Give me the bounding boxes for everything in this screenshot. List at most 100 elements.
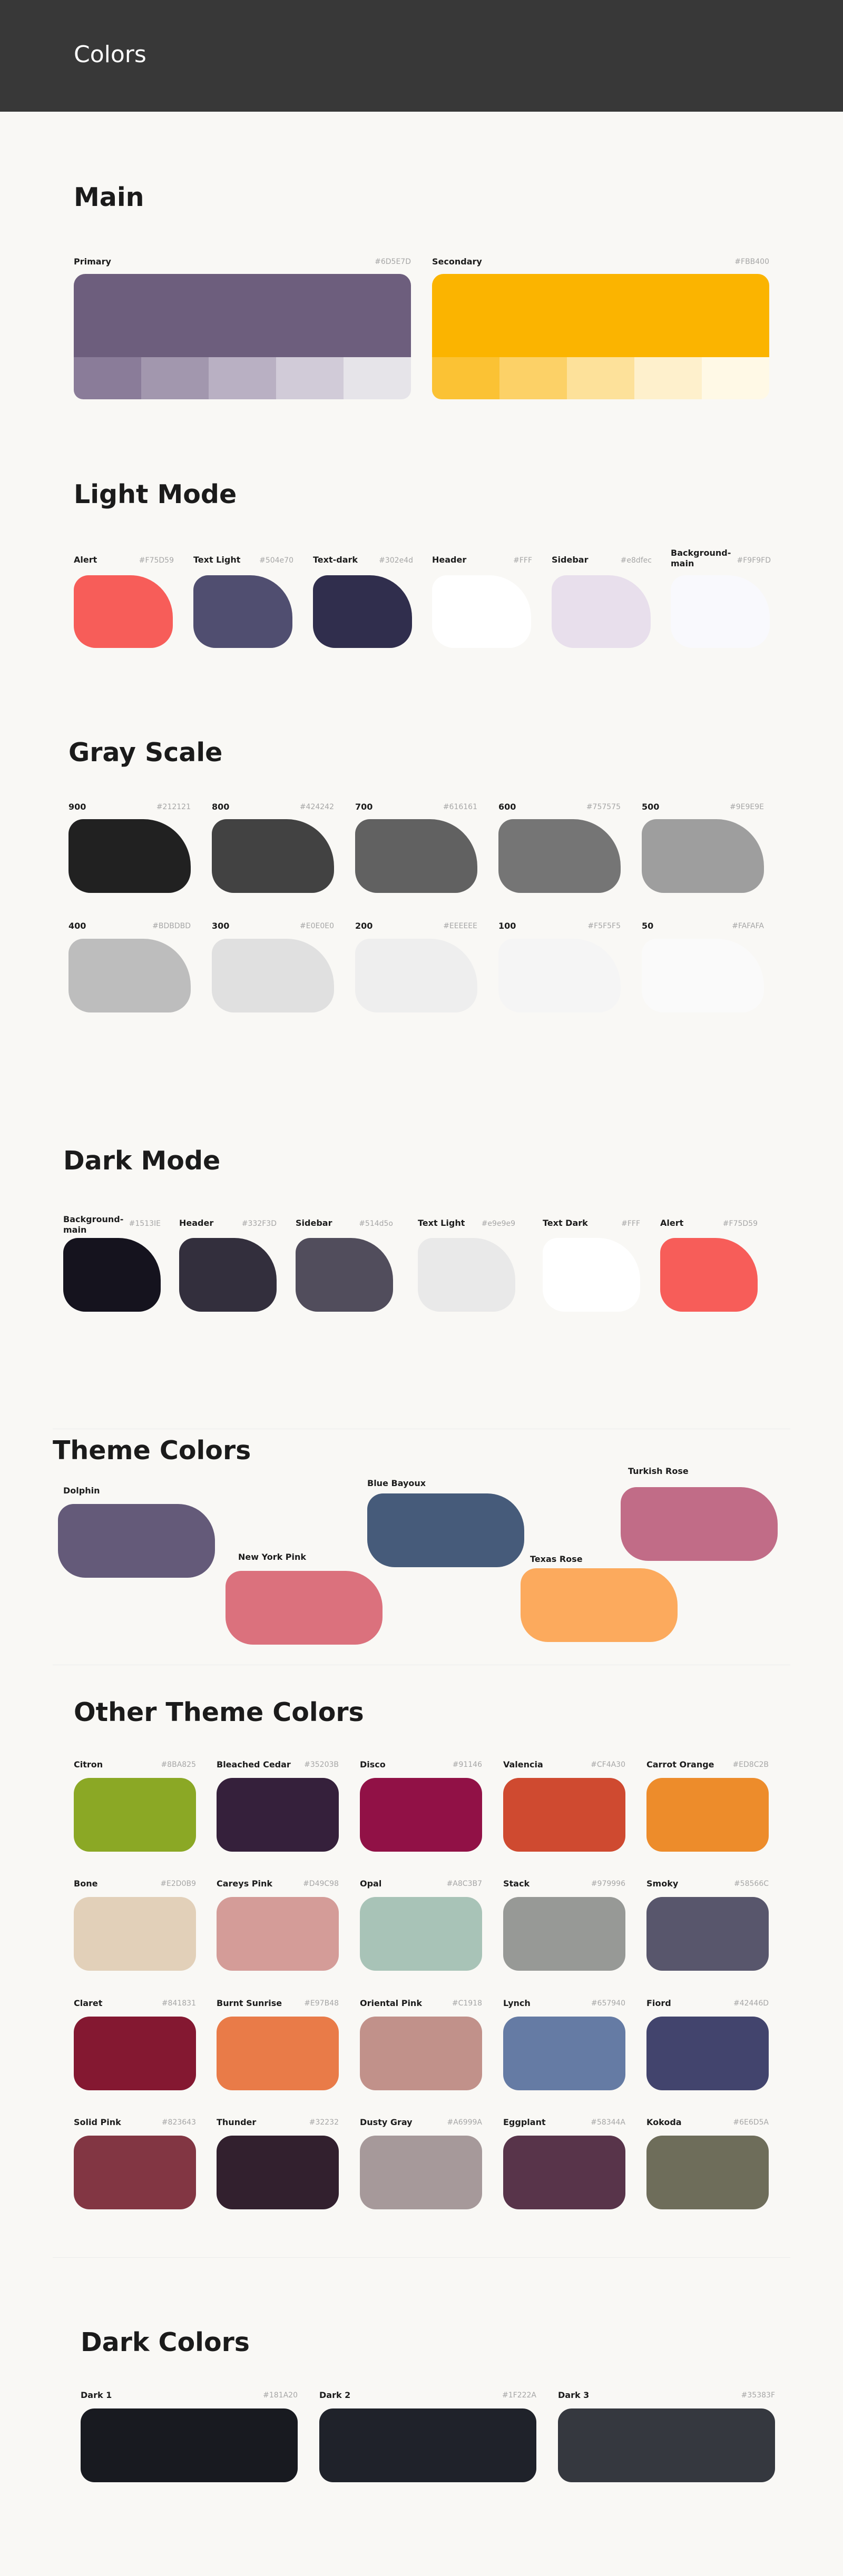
dark-color-swatch[interactable] (319, 2408, 536, 2482)
theme-color-swatch[interactable] (521, 1568, 678, 1642)
light-mode-hex: #F75D59 (139, 556, 174, 565)
page-title: Colors (74, 41, 146, 68)
primary-tint[interactable] (209, 357, 276, 399)
gray-scale-swatch[interactable] (355, 939, 477, 1012)
other-theme-swatch[interactable] (503, 1778, 625, 1852)
gray-scale-label: 600 (498, 802, 516, 812)
other-theme-swatch[interactable] (74, 1897, 196, 1971)
gray-scale-hex: #F5F5F5 (587, 922, 621, 930)
theme-color-label: Blue Bayoux (367, 1478, 426, 1488)
light-mode-swatch[interactable] (552, 575, 651, 648)
other-theme-swatch[interactable] (360, 1897, 482, 1971)
other-theme-label: Solid Pink (74, 2117, 121, 2127)
other-theme-label: Bone (74, 1879, 98, 1889)
other-theme-swatch[interactable] (360, 2136, 482, 2209)
section-title-dark-colors: Dark Colors (81, 2327, 250, 2357)
theme-color-swatch[interactable] (621, 1487, 778, 1561)
gray-scale-swatch[interactable] (212, 939, 334, 1012)
primary-tint[interactable] (344, 357, 411, 399)
light-mode-swatch[interactable] (193, 575, 292, 648)
dark-mode-swatch[interactable] (660, 1238, 758, 1312)
light-mode-swatch[interactable] (74, 575, 173, 648)
gray-scale-swatch[interactable] (642, 819, 764, 893)
gray-scale-swatch[interactable] (212, 819, 334, 893)
other-theme-swatch[interactable] (360, 2017, 482, 2090)
gray-scale-hex: #EEEEEE (443, 922, 477, 930)
primary-tint[interactable] (141, 357, 209, 399)
secondary-label: Secondary (432, 257, 482, 267)
other-theme-hex: #E2D0B9 (160, 1880, 196, 1888)
section-title-gray-scale: Gray Scale (68, 738, 223, 768)
light-mode-hex: #F9F9FD (737, 556, 771, 565)
gray-scale-swatch[interactable] (355, 819, 477, 893)
secondary-swatch[interactable] (432, 274, 769, 357)
light-mode-hex: #302e4d (379, 556, 413, 565)
theme-color-swatch[interactable] (58, 1504, 215, 1578)
gray-scale-swatch[interactable] (498, 939, 621, 1012)
light-mode-hex: #504e70 (259, 556, 293, 565)
light-mode-swatch[interactable] (313, 575, 412, 648)
secondary-tint[interactable] (702, 357, 769, 399)
theme-color-label: New York Pink (238, 1552, 307, 1562)
dark-mode-swatch[interactable] (296, 1238, 393, 1312)
gray-scale-label: 50 (642, 921, 654, 931)
other-theme-swatch[interactable] (74, 2017, 196, 2090)
other-theme-swatch[interactable] (360, 1778, 482, 1852)
other-theme-label: Thunder (217, 2117, 257, 2127)
other-theme-swatch[interactable] (646, 2017, 769, 2090)
light-mode-swatch[interactable] (671, 575, 770, 648)
other-theme-hex: #8BA825 (161, 1761, 196, 1769)
gray-scale-label: 400 (68, 921, 86, 931)
other-theme-hex: #D49C98 (303, 1880, 339, 1888)
dark-color-swatch[interactable] (81, 2408, 298, 2482)
other-theme-label: Carrot Orange (646, 1759, 714, 1769)
other-theme-hex: #58344A (591, 2118, 625, 2127)
other-theme-swatch[interactable] (646, 1897, 769, 1971)
light-mode-swatch[interactable] (432, 575, 531, 648)
gray-scale-swatch[interactable] (642, 939, 764, 1012)
secondary-tint[interactable] (432, 357, 499, 399)
other-theme-label: Fiord (646, 1998, 671, 2008)
dark-mode-swatch[interactable] (179, 1238, 277, 1312)
primary-tint[interactable] (74, 357, 141, 399)
dark-mode-swatch[interactable] (418, 1238, 515, 1312)
primary-swatch[interactable] (74, 274, 411, 357)
gray-scale-swatch[interactable] (68, 939, 191, 1012)
other-theme-swatch[interactable] (217, 1778, 339, 1852)
other-theme-hex: #657940 (591, 1999, 625, 2008)
other-theme-swatch[interactable] (646, 2136, 769, 2209)
dark-color-hex: #35383F (741, 2391, 775, 2400)
other-theme-hex: #32232 (309, 2118, 339, 2127)
gray-scale-hex: #9E9E9E (730, 803, 764, 811)
secondary-tint[interactable] (499, 357, 567, 399)
dark-mode-hex: #FFF (621, 1220, 640, 1228)
other-theme-swatch[interactable] (74, 1778, 196, 1852)
gray-scale-label: 100 (498, 921, 516, 931)
gray-scale-swatch[interactable] (498, 819, 621, 893)
dark-mode-swatch[interactable] (543, 1238, 640, 1312)
theme-color-swatch[interactable] (367, 1493, 524, 1567)
other-theme-swatch[interactable] (646, 1778, 769, 1852)
other-theme-label: Eggplant (503, 2117, 546, 2127)
other-theme-hex: #A6999A (447, 2118, 482, 2127)
dark-color-swatch[interactable] (558, 2408, 775, 2482)
other-theme-swatch[interactable] (74, 2136, 196, 2209)
secondary-hex: #FBB400 (734, 258, 769, 266)
other-theme-swatch[interactable] (503, 2017, 625, 2090)
dark-mode-swatch[interactable] (63, 1238, 161, 1312)
other-theme-swatch[interactable] (503, 1897, 625, 1971)
gray-scale-swatch[interactable] (68, 819, 191, 893)
primary-tint[interactable] (276, 357, 344, 399)
gray-scale-hex: #616161 (443, 803, 477, 811)
other-theme-swatch[interactable] (503, 2136, 625, 2209)
other-theme-swatch[interactable] (217, 2136, 339, 2209)
theme-color-swatch[interactable] (226, 1571, 383, 1645)
secondary-tint[interactable] (567, 357, 634, 399)
gray-scale-label: 800 (212, 802, 230, 812)
secondary-tint[interactable] (634, 357, 702, 399)
other-theme-hex: #A8C3B7 (446, 1880, 482, 1888)
other-theme-swatch[interactable] (217, 1897, 339, 1971)
section-title-other-theme-colors: Other Theme Colors (74, 1697, 364, 1727)
other-theme-label: Kokoda (646, 2117, 682, 2127)
other-theme-swatch[interactable] (217, 2017, 339, 2090)
